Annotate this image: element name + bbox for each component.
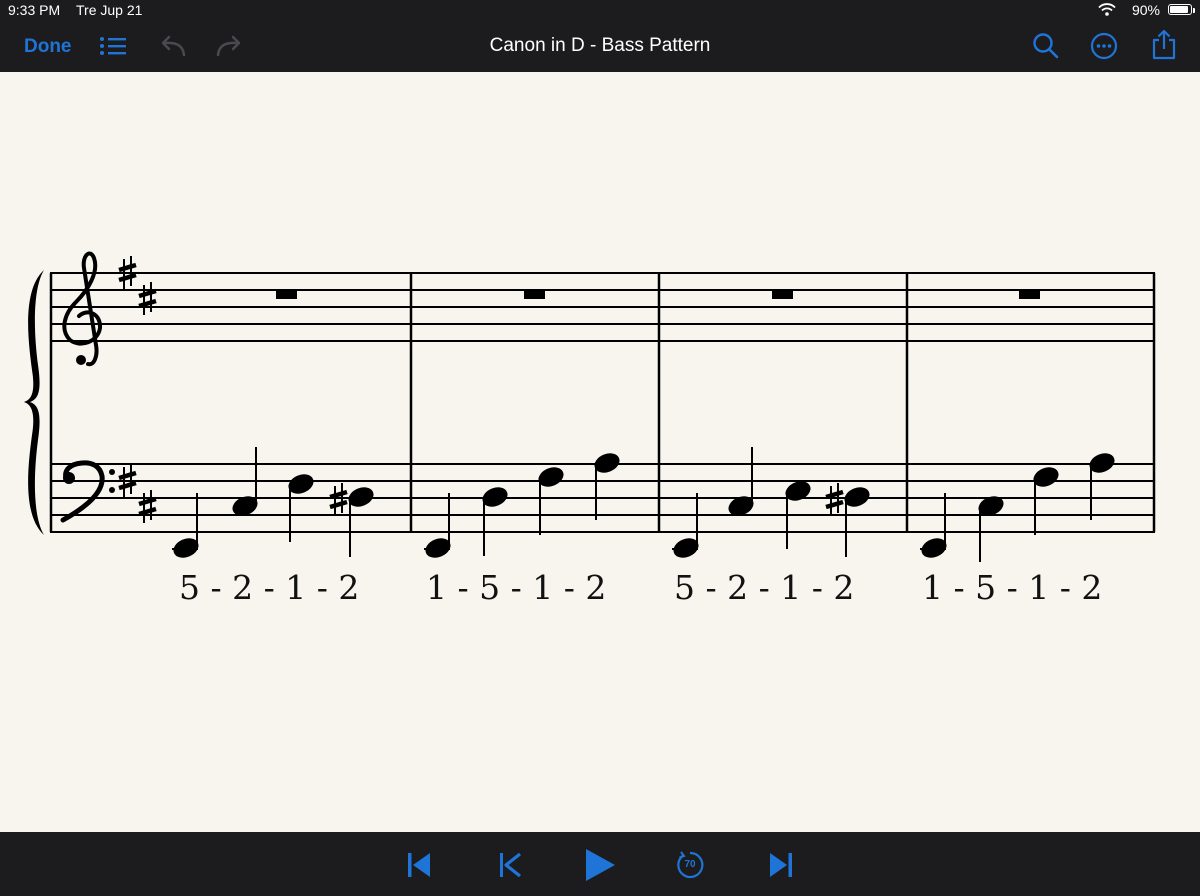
measure-2-notes (422, 449, 623, 562)
tempo-value: 70 (684, 859, 696, 870)
page-title: Canon in D - Bass Pattern (489, 35, 711, 56)
status-time: 9:33 PM (8, 2, 61, 18)
battery-cap (1193, 8, 1195, 13)
search-icon[interactable] (1032, 32, 1060, 60)
sharp-c (139, 282, 156, 315)
fingering-measure-1: 5 - 2 - 1 - 2 (179, 568, 360, 607)
top-bar: 9:33 PM Tre Jup 21 90% Done Canon in D -… (0, 0, 1200, 72)
barlines (49, 273, 1156, 532)
sharp-accidental (826, 483, 843, 516)
treble-staff (50, 272, 1155, 342)
battery-percent: 90% (1131, 2, 1160, 18)
score (24, 251, 1156, 562)
sharp-accidental (330, 483, 347, 516)
fingering-measure-2: 1 - 5 - 1 - 2 (426, 568, 607, 607)
tempo-button[interactable]: 70 (676, 851, 704, 879)
wifi-icon (1098, 3, 1116, 16)
share-icon[interactable] (1150, 29, 1178, 61)
fingering-measure-4: 1 - 5 - 1 - 2 (922, 568, 1103, 607)
status-date: Tre Jup 21 (76, 2, 143, 18)
skip-to-start-icon[interactable] (406, 852, 432, 878)
grand-staff-brace (24, 270, 44, 535)
measure-4-notes (918, 449, 1118, 562)
bass-clef (60, 460, 115, 523)
transport-bar: 70 (0, 832, 1200, 896)
sharp-c-bass (139, 490, 156, 523)
treble-clef (62, 251, 103, 367)
skip-to-end-icon[interactable] (768, 852, 794, 878)
battery-icon (1168, 4, 1192, 15)
previous-icon[interactable] (498, 852, 524, 878)
more-icon[interactable] (1090, 32, 1118, 60)
fingering-measure-3: 5 - 2 - 1 - 2 (674, 568, 855, 607)
play-icon[interactable] (584, 849, 616, 881)
